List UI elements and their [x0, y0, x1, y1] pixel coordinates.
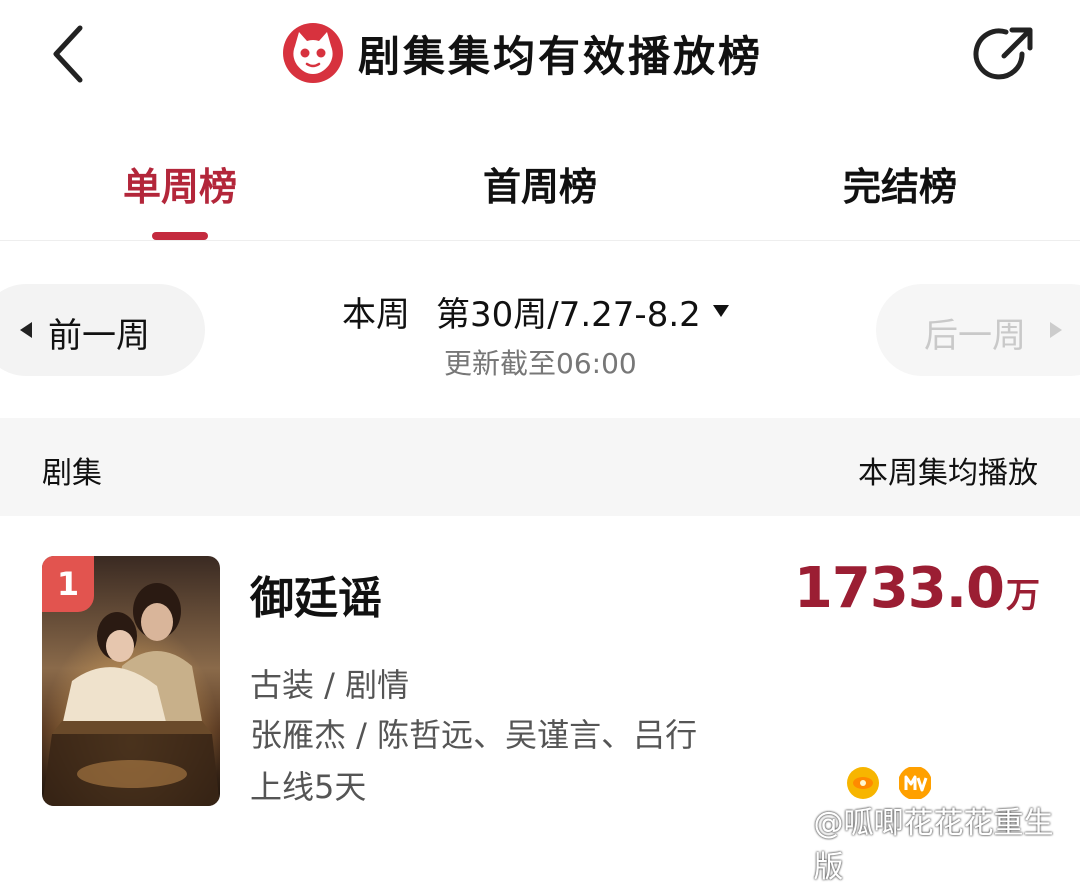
next-week-label: 后一周: [924, 316, 1026, 356]
column-avg-plays: 本周集均播放: [858, 456, 1038, 491]
top-bar: 剧集集均有效播放榜: [0, 0, 1080, 110]
series-days-online: 上线5天: [250, 768, 367, 806]
page-title: 剧集集均有效播放榜: [358, 31, 764, 81]
share-icon: [973, 27, 1033, 80]
update-time: 更新截至06:00: [444, 347, 637, 380]
list-header: 剧集 本周集均播放: [0, 418, 1080, 516]
tab-finished[interactable]: 完结榜: [780, 156, 1020, 211]
prev-week-label: 前一周: [48, 316, 150, 356]
weibo-icon: [767, 830, 803, 856]
triangle-right-icon: [1050, 322, 1062, 338]
watermark: @呱唧花花花重生版: [766, 798, 1080, 886]
column-series: 剧集: [42, 456, 102, 491]
series-title[interactable]: 御廷谣: [250, 562, 382, 626]
play-unit: 万: [1006, 576, 1040, 616]
next-week-button[interactable]: 后一周: [876, 284, 1080, 376]
week-selector[interactable]: 本周 第30周/7.27-8.2: [342, 288, 729, 335]
cat-logo-icon: [283, 23, 343, 83]
active-tab-indicator: [152, 232, 208, 240]
header-title-group: 剧集集均有效播放榜: [282, 18, 763, 88]
ranking-tabs: 单周榜 首周榜 完结榜: [0, 140, 1080, 241]
rank-badge: 1: [42, 556, 94, 612]
triangle-left-icon: [20, 322, 32, 338]
mgtv-icon: [899, 767, 931, 799]
avg-play-value: 1733.0 万: [794, 556, 1040, 621]
back-button[interactable]: [40, 18, 100, 88]
prev-week-button[interactable]: 前一周: [0, 284, 205, 376]
watermark-text: @呱唧花花花重生版: [813, 806, 1054, 885]
list-item[interactable]: 1 御廷谣 古装 / 剧情 张雁杰 / 陈哲远、吴谨言、吕行 上线5天 1733…: [0, 540, 1080, 830]
this-week-label: 本周: [342, 294, 410, 335]
mango-tv-icon: [847, 767, 879, 799]
play-number: 1733.0: [793, 556, 1005, 621]
series-genre: 古装 / 剧情: [250, 666, 410, 704]
share-button[interactable]: [970, 20, 1040, 90]
series-cast: 张雁杰 / 陈哲远、吴谨言、吕行: [250, 716, 698, 754]
dropdown-caret-icon: [712, 305, 729, 317]
platform-icons: [846, 766, 950, 800]
chevron-left-icon: [53, 25, 83, 83]
tab-weekly[interactable]: 单周榜: [60, 156, 300, 211]
tab-first-week[interactable]: 首周榜: [420, 156, 660, 211]
week-range: 第30周/7.27-8.2: [436, 294, 701, 335]
